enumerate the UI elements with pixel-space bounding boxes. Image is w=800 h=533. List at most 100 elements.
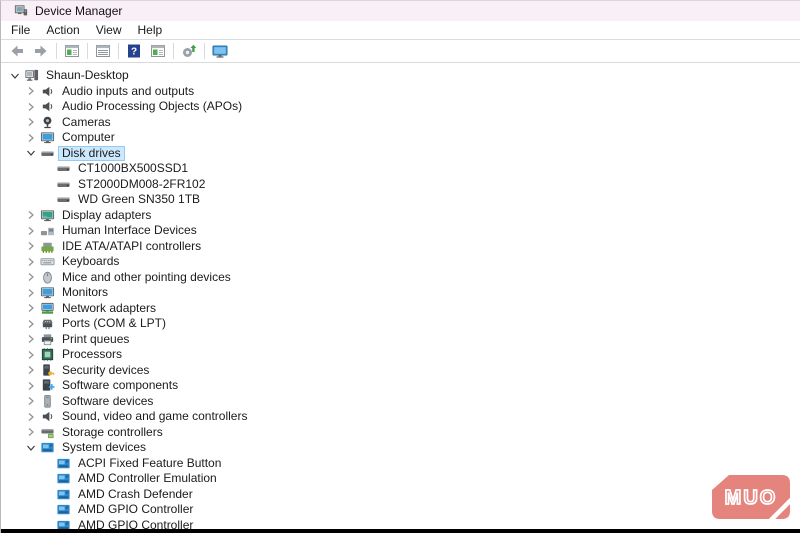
tree-item-acpi-fixed-feature-button[interactable]: ACPI Fixed Feature Button xyxy=(1,456,800,472)
chevron-down-icon[interactable] xyxy=(23,440,39,455)
tree-item-label: Shaun-Desktop xyxy=(46,68,129,83)
chevron-right-icon[interactable] xyxy=(23,99,39,114)
tree-item-keyboards[interactable]: Keyboards xyxy=(1,254,800,270)
menu-view[interactable]: View xyxy=(88,22,130,38)
tree-item-sound-video-and-game-controllers[interactable]: Sound, video and game controllers xyxy=(1,409,800,425)
chevron-right-icon[interactable] xyxy=(23,223,39,238)
chevron-right-icon[interactable] xyxy=(23,84,39,99)
toolbar-separator xyxy=(118,43,119,59)
tree-item-amd-controller-emulation[interactable]: AMD Controller Emulation xyxy=(1,471,800,487)
system-device-icon xyxy=(39,440,55,455)
action-pane-button[interactable] xyxy=(146,41,170,61)
menu-help[interactable]: Help xyxy=(130,22,171,38)
tree-item-label: Network adapters xyxy=(62,300,157,315)
tree-item-display-adapters[interactable]: Display adapters xyxy=(1,208,800,224)
system-device-icon xyxy=(55,502,71,517)
forward-button[interactable] xyxy=(29,41,53,61)
tree-item-label: WD Green SN350 1TB xyxy=(78,192,201,207)
chevron-right-icon[interactable] xyxy=(23,316,39,331)
chevron-right-icon[interactable] xyxy=(23,378,39,393)
help-button[interactable]: ? xyxy=(122,41,146,61)
tree-item-label: Keyboards xyxy=(62,254,120,269)
titlebar: Device Manager xyxy=(1,1,800,21)
tree-item-mice-and-other-pointing-devices[interactable]: Mice and other pointing devices xyxy=(1,270,800,286)
chevron-right-icon[interactable] xyxy=(23,239,39,254)
disk-icon xyxy=(55,192,71,207)
tree-item-software-components[interactable]: Software components xyxy=(1,378,800,394)
menu-file[interactable]: File xyxy=(3,22,38,38)
chevron-right-icon[interactable] xyxy=(23,409,39,424)
tree-item-security-devices[interactable]: Security devices xyxy=(1,363,800,379)
chevron-right-icon[interactable] xyxy=(23,285,39,300)
tree-item-ide-ata-atapi-controllers[interactable]: IDE ATA/ATAPI controllers xyxy=(1,239,800,255)
device-manager-window: Device Manager File Action View Help ? Shau… xyxy=(0,0,800,533)
tree-item-system-devices[interactable]: System devices xyxy=(1,440,800,456)
tree-item-wd-green-sn350-1tb[interactable]: WD Green SN350 1TB xyxy=(1,192,800,208)
mouse-icon xyxy=(39,270,55,285)
tree-item-storage-controllers[interactable]: Storage controllers xyxy=(1,425,800,441)
tree-item-label: Cameras xyxy=(62,114,111,129)
tree-item-shaun-desktop[interactable]: Shaun-Desktop xyxy=(1,68,800,84)
chevron-right-icon[interactable] xyxy=(23,332,39,347)
toolbar-separator xyxy=(87,43,88,59)
tree-item-amd-crash-defender[interactable]: AMD Crash Defender xyxy=(1,487,800,503)
device-tree: Shaun-Desktop Audio inputs and outputs Aud… xyxy=(1,63,800,533)
device-manager-icon xyxy=(14,4,28,18)
system-device-icon xyxy=(55,487,71,502)
properties-button[interactable] xyxy=(91,41,115,61)
chevron-right-icon[interactable] xyxy=(23,394,39,409)
tree-item-st2000dm008-2fr102[interactable]: ST2000DM008-2FR102 xyxy=(1,177,800,193)
keyboard-icon xyxy=(39,254,55,269)
svg-text:MUO: MUO xyxy=(725,487,778,509)
muo-watermark-logo: MUO xyxy=(706,471,796,530)
tree-item-label: Human Interface Devices xyxy=(62,223,197,238)
chevron-right-icon[interactable] xyxy=(23,425,39,440)
tree-item-software-devices[interactable]: Software devices xyxy=(1,394,800,410)
chevron-right-icon[interactable] xyxy=(23,254,39,269)
show-console-tree-button[interactable] xyxy=(60,41,84,61)
chevron-right-icon[interactable] xyxy=(23,347,39,362)
chevron-right-icon[interactable] xyxy=(23,270,39,285)
menu-action[interactable]: Action xyxy=(38,22,87,38)
monitor-icon xyxy=(39,285,55,300)
security-device-icon xyxy=(39,363,55,378)
chevron-right-icon[interactable] xyxy=(23,115,39,130)
chevron-down-icon[interactable] xyxy=(23,146,39,161)
tree-item-label: IDE ATA/ATAPI controllers xyxy=(62,238,202,253)
back-button[interactable] xyxy=(5,41,29,61)
chevron-right-icon[interactable] xyxy=(23,363,39,378)
tree-item-disk-drives[interactable]: Disk drives xyxy=(1,145,800,162)
tree-item-ports-com-lpt[interactable]: Ports (COM & LPT) xyxy=(1,316,800,332)
chevron-down-icon[interactable] xyxy=(7,68,23,83)
scan-hardware-changes-button[interactable] xyxy=(177,41,201,61)
tree-item-print-queues[interactable]: Print queues xyxy=(1,332,800,348)
tree-item-label: Security devices xyxy=(62,362,150,377)
tree-item-ct1000bx500ssd1[interactable]: CT1000BX500SSD1 xyxy=(1,161,800,177)
tree-item-monitors[interactable]: Monitors xyxy=(1,285,800,301)
menubar: File Action View Help xyxy=(1,21,800,40)
chevron-right-icon[interactable] xyxy=(23,301,39,316)
tree-item-label: Storage controllers xyxy=(62,424,163,439)
tree-item-computer[interactable]: Computer xyxy=(1,130,800,146)
tree-item-label: ACPI Fixed Feature Button xyxy=(78,455,222,470)
tree-item-label: AMD Controller Emulation xyxy=(78,471,217,486)
ide-controller-icon xyxy=(39,239,55,254)
tree-item-amd-gpio-controller[interactable]: AMD GPIO Controller xyxy=(1,502,800,518)
tree-item-human-interface-devices[interactable]: Human Interface Devices xyxy=(1,223,800,239)
tree-item-cameras[interactable]: Cameras xyxy=(1,115,800,131)
disk-icon xyxy=(55,161,71,176)
computer-button[interactable] xyxy=(208,41,232,61)
speaker-icon xyxy=(39,84,55,99)
system-device-icon xyxy=(55,456,71,471)
chevron-right-icon[interactable] xyxy=(23,208,39,223)
tree-item-label: Computer xyxy=(62,130,115,145)
tree-item-audio-processing-objects-apos[interactable]: Audio Processing Objects (APOs) xyxy=(1,99,800,115)
letterbox-bar xyxy=(1,529,800,533)
tree-item-processors[interactable]: Processors xyxy=(1,347,800,363)
chevron-right-icon[interactable] xyxy=(23,130,39,145)
tree-item-network-adapters[interactable]: Network adapters xyxy=(1,301,800,317)
tree-item-audio-inputs-and-outputs[interactable]: Audio inputs and outputs xyxy=(1,84,800,100)
serial-port-icon xyxy=(39,316,55,331)
